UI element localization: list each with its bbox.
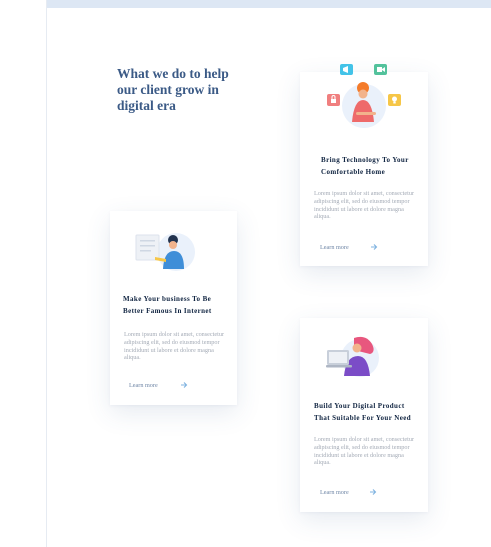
top-strip (46, 0, 491, 8)
card-title: Make Your business To Be Better Famous I… (123, 295, 212, 315)
card-description: Lorem ipsum dolor sit amet, consectetur … (124, 331, 225, 362)
video-camera-icon (374, 64, 387, 75)
left-divider (46, 0, 47, 547)
learn-more-link[interactable]: Learn more (320, 489, 349, 496)
learn-more-link[interactable]: Learn more (320, 244, 349, 251)
megaphone-icon (340, 64, 353, 75)
service-card-marketing: Make Your business To Be Better Famous I… (110, 211, 237, 405)
card-description: Lorem ipsum dolor sit amet, consectetur … (314, 436, 415, 467)
lock-icon (327, 94, 340, 106)
arrow-right-icon[interactable] (370, 243, 378, 251)
service-card-digital-product: Build Your Digital Product That Suitable… (300, 318, 428, 512)
service-card-smart-home: Bring Technology To Your Comfortable Hom… (300, 64, 428, 266)
arrow-right-icon[interactable] (180, 381, 188, 389)
learn-more-link[interactable]: Learn more (129, 382, 158, 389)
marketing-illustration-icon (135, 233, 195, 271)
arrow-right-icon[interactable] (369, 488, 377, 496)
smart-home-illustration-icon (327, 64, 401, 128)
card-title: Bring Technology To Your Comfortable Hom… (321, 156, 409, 176)
card-description: Lorem ipsum dolor sit amet, consectetur … (314, 190, 415, 221)
lightbulb-icon (388, 94, 401, 106)
laptop-developer-illustration-icon (326, 336, 379, 377)
section-heading: What we do to help our client grow in di… (117, 66, 229, 113)
card-title: Build Your Digital Product That Suitable… (314, 402, 412, 422)
